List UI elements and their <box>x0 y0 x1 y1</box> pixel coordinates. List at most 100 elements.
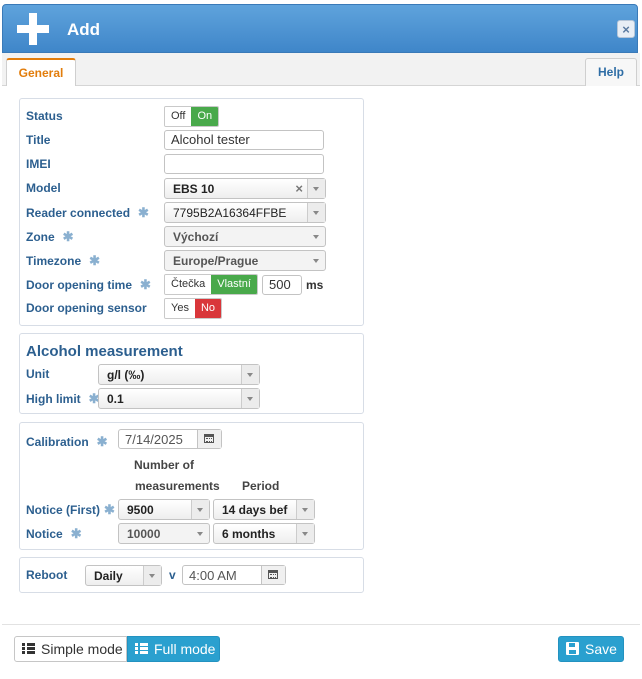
door-time-custom-option[interactable]: Vlastní <box>211 275 257 294</box>
asterisk-icon: ✱ <box>62 229 74 244</box>
reboot-panel: Reboot Daily v 4:00 AM <box>19 557 364 593</box>
full-mode-label: Full mode <box>154 641 216 657</box>
tab-general[interactable]: General <box>6 58 76 86</box>
alcohol-panel: Alcohol measurement Unit g/l (‰) High li… <box>19 333 364 414</box>
high-limit-label-text: High limit <box>26 392 81 406</box>
notice-first-count-select[interactable]: 9500 <box>118 499 210 520</box>
imei-label: IMEI <box>26 157 51 171</box>
alcohol-heading: Alcohol measurement <box>26 343 183 360</box>
status-label: Status <box>26 109 63 123</box>
notice-first-label: Notice (First) ✱ <box>26 502 115 518</box>
timezone-label: Timezone ✱ <box>26 253 100 269</box>
chevron-down-icon[interactable] <box>241 389 259 408</box>
floppy-icon <box>566 642 579 655</box>
save-button[interactable]: Save <box>558 636 624 662</box>
door-sensor-yes-option[interactable]: Yes <box>165 299 195 318</box>
timezone-select[interactable]: Europe/Prague <box>164 250 326 271</box>
zone-label-text: Zone <box>26 230 55 244</box>
model-label: Model <box>26 181 61 195</box>
zone-label: Zone ✱ <box>26 229 74 245</box>
reader-label-text: Reader connected <box>26 206 131 220</box>
asterisk-icon: ✱ <box>138 205 149 220</box>
status-off-option[interactable]: Off <box>165 107 192 126</box>
full-mode-button[interactable]: Full mode <box>127 636 220 662</box>
notice-first-label-text: Notice (First) <box>26 503 101 517</box>
door-time-input[interactable]: 500 <box>262 275 302 295</box>
dialog-header: Add × <box>2 4 638 53</box>
title-input[interactable]: Alcohol tester <box>164 130 324 150</box>
plus-icon <box>17 13 49 45</box>
asterisk-icon: ✱ <box>70 526 82 541</box>
asterisk-icon: ✱ <box>96 434 108 449</box>
door-sensor-no-option[interactable]: No <box>194 299 222 318</box>
model-select[interactable]: EBS 10 × <box>164 178 326 199</box>
unit-value: g/l (‰) <box>107 368 145 382</box>
list-icon <box>135 643 148 655</box>
dialog-title: Add <box>67 20 101 39</box>
door-time-unit: ms <box>306 278 324 292</box>
chevron-down-icon[interactable] <box>308 227 325 246</box>
calibration-label: Calibration ✱ <box>26 434 108 450</box>
door-time-reader-option[interactable]: Čtečka <box>165 275 212 294</box>
chevron-down-icon[interactable] <box>192 524 209 543</box>
calibration-panel: Calibration ✱ 7/14/2025 Number of measure… <box>19 422 364 550</box>
asterisk-icon: ✱ <box>89 253 101 268</box>
col-period: Period <box>242 479 280 493</box>
high-limit-label: High limit ✱ <box>26 391 100 407</box>
reboot-label: Reboot <box>26 568 68 582</box>
clear-icon[interactable]: × <box>295 181 303 196</box>
notice-count-select[interactable]: 10000 <box>118 523 210 544</box>
high-limit-select[interactable]: 0.1 <box>98 388 260 409</box>
timezone-value: Europe/Prague <box>173 254 259 268</box>
chevron-down-icon[interactable] <box>296 524 314 543</box>
zone-select[interactable]: Výchozí <box>164 226 326 247</box>
status-toggle[interactable]: Off On <box>164 106 220 127</box>
asterisk-icon: ✱ <box>140 277 151 292</box>
title-label: Title <box>26 133 51 147</box>
general-panel: Status Off On Title Alcohol tester IMEI … <box>19 98 364 326</box>
notice-period-value: 6 months <box>222 527 276 541</box>
tab-bar: General Help <box>2 53 640 86</box>
zone-value: Výchozí <box>173 230 219 244</box>
calibration-date-input[interactable]: 7/14/2025 <box>118 429 222 449</box>
notice-period-select[interactable]: 6 months <box>213 523 315 544</box>
calendar-button[interactable] <box>197 430 221 448</box>
calibration-date-value: 7/14/2025 <box>125 432 183 447</box>
footer-divider <box>2 624 640 625</box>
chevron-down-icon[interactable] <box>296 500 314 519</box>
chevron-down-icon[interactable] <box>307 179 325 198</box>
unit-select[interactable]: g/l (‰) <box>98 364 260 385</box>
tab-help[interactable]: Help <box>585 58 637 86</box>
notice-label: Notice ✱ <box>26 526 82 542</box>
reboot-frequency-select[interactable]: Daily <box>85 565 162 586</box>
reader-value: 7795B2A16364FFBE <box>173 206 287 220</box>
notice-first-period-select[interactable]: 14 days bef <box>213 499 315 520</box>
chevron-down-icon[interactable] <box>307 203 325 222</box>
reboot-time-value: 4:00 AM <box>189 568 237 583</box>
door-time-label: Door opening time ✱ <box>26 277 151 293</box>
reader-label: Reader connected ✱ <box>26 205 149 221</box>
reboot-frequency-value: Daily <box>94 569 123 583</box>
calendar-icon <box>268 570 278 579</box>
status-on-option[interactable]: On <box>191 107 219 126</box>
simple-mode-button[interactable]: Simple mode <box>14 636 127 662</box>
calendar-icon <box>204 434 214 443</box>
chevron-down-icon[interactable] <box>241 365 259 384</box>
close-button[interactable]: × <box>617 20 635 38</box>
door-time-toggle[interactable]: Čtečka Vlastní <box>164 274 258 295</box>
reboot-time-input[interactable]: 4:00 AM <box>182 565 286 585</box>
simple-mode-label: Simple mode <box>41 641 123 657</box>
notice-count-value: 10000 <box>127 527 161 541</box>
imei-input[interactable] <box>164 154 324 174</box>
reader-select[interactable]: 7795B2A16364FFBE <box>164 202 326 223</box>
notice-first-count-value: 9500 <box>127 503 154 517</box>
asterisk-icon: ✱ <box>104 502 115 517</box>
calibration-label-text: Calibration <box>26 435 89 449</box>
door-sensor-toggle[interactable]: Yes No <box>164 298 223 319</box>
model-value: EBS 10 <box>173 182 215 196</box>
chevron-down-icon[interactable] <box>191 500 209 519</box>
calendar-button[interactable] <box>261 566 285 584</box>
door-time-label-text: Door opening time <box>26 278 132 292</box>
chevron-down-icon[interactable] <box>308 251 325 270</box>
chevron-down-icon[interactable] <box>143 566 161 585</box>
